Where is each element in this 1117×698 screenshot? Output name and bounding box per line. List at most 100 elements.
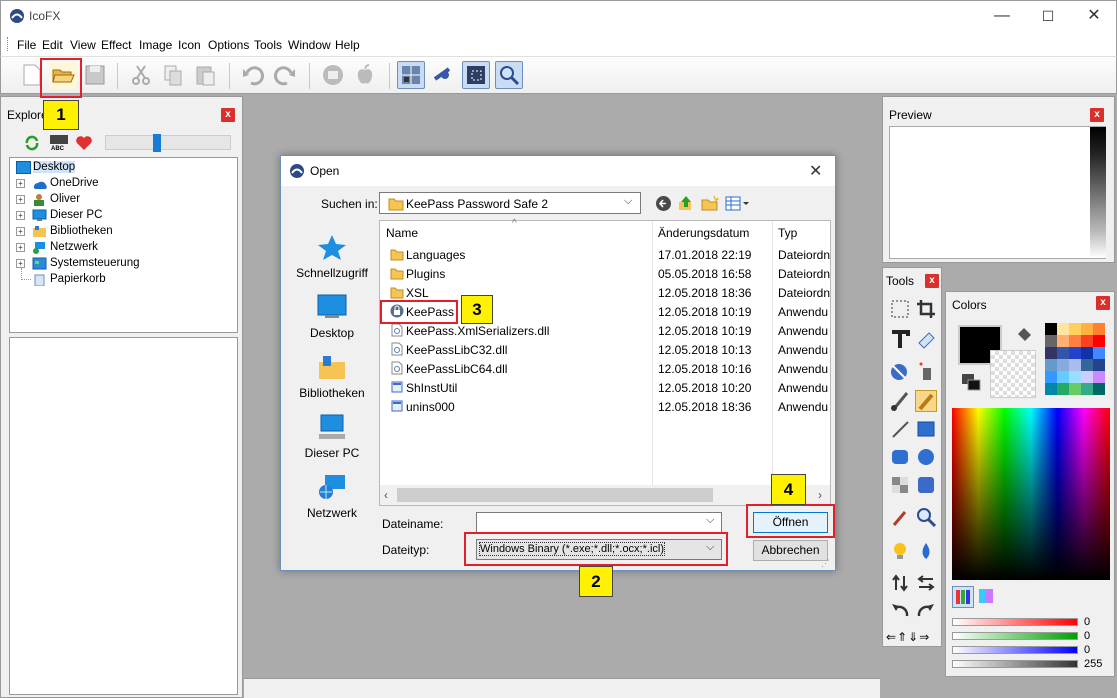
paste-button[interactable] bbox=[191, 61, 219, 89]
arrow-left-icon[interactable]: ⇐ bbox=[886, 630, 897, 644]
palette-swatch[interactable] bbox=[1093, 335, 1105, 347]
palette-swatch[interactable] bbox=[1045, 347, 1057, 359]
color-spectrum[interactable] bbox=[952, 408, 1110, 580]
menu-icon[interactable]: Icon bbox=[178, 38, 201, 52]
scroll-left-icon[interactable]: ‹ bbox=[384, 488, 388, 502]
column-name[interactable]: Name bbox=[386, 226, 418, 240]
lightbulb-tool-icon[interactable] bbox=[889, 540, 911, 562]
ellipse-tool-icon[interactable] bbox=[915, 446, 937, 468]
palette-swatch[interactable] bbox=[1081, 359, 1093, 371]
palette-swatch[interactable] bbox=[1045, 323, 1057, 335]
green-slider[interactable] bbox=[952, 632, 1078, 640]
preview-close-button[interactable]: x bbox=[1090, 108, 1104, 122]
rectangle-tool-icon[interactable] bbox=[915, 418, 937, 440]
palette-swatch[interactable] bbox=[1093, 371, 1105, 383]
palette-swatch[interactable] bbox=[1069, 371, 1081, 383]
thumbnail-size-slider[interactable] bbox=[105, 134, 231, 152]
file-row[interactable]: Languages 17.01.2018 22:19 Dateiordn bbox=[386, 245, 830, 264]
palette-swatch[interactable] bbox=[1093, 383, 1105, 395]
menu-image[interactable]: Image bbox=[139, 38, 172, 52]
minimize-button[interactable]: — bbox=[979, 1, 1025, 31]
water-drop-tool-icon[interactable] bbox=[915, 540, 937, 562]
palette-swatch[interactable] bbox=[1081, 371, 1093, 383]
file-row[interactable]: KeePassLibC64.dll 12.05.2018 10:16 Anwendu bbox=[386, 359, 830, 378]
cut-button[interactable] bbox=[127, 61, 155, 89]
spectrum-mode-hue-button[interactable] bbox=[976, 586, 998, 608]
tree-item-this-pc[interactable]: + Dieser PC bbox=[10, 208, 237, 224]
file-row[interactable]: KeePassLibC32.dll 12.05.2018 10:13 Anwendu bbox=[386, 340, 830, 359]
text-tool-icon[interactable] bbox=[889, 328, 911, 350]
menu-window[interactable]: Window bbox=[288, 38, 331, 52]
explorer-close-button[interactable]: x bbox=[221, 108, 235, 122]
pencil-tool-icon[interactable] bbox=[915, 390, 937, 412]
scroll-right-icon[interactable]: › bbox=[818, 488, 822, 502]
menu-tools[interactable]: Tools bbox=[254, 38, 282, 52]
line-tool-icon[interactable] bbox=[889, 418, 911, 440]
palette-swatch[interactable] bbox=[1093, 359, 1105, 371]
dropper-tool-icon[interactable] bbox=[889, 506, 911, 528]
palette-swatch[interactable] bbox=[1057, 323, 1069, 335]
pattern-tool-icon[interactable] bbox=[889, 474, 911, 496]
redo-button[interactable] bbox=[271, 61, 299, 89]
crop-tool-icon[interactable] bbox=[915, 298, 937, 320]
palette-swatch[interactable] bbox=[1069, 359, 1081, 371]
palette-swatch[interactable] bbox=[1069, 383, 1081, 395]
palette-swatch[interactable] bbox=[1081, 347, 1093, 359]
brush-tool-icon[interactable] bbox=[889, 390, 911, 412]
tools-close-button[interactable]: x bbox=[925, 274, 939, 288]
palette-swatch[interactable] bbox=[1045, 383, 1057, 395]
nav-network[interactable]: Netzwerk bbox=[289, 474, 375, 520]
flip-vertical-icon[interactable] bbox=[889, 572, 911, 594]
expand-toggle[interactable]: + bbox=[16, 179, 25, 188]
undo-button[interactable] bbox=[239, 61, 267, 89]
palette-swatch[interactable] bbox=[1069, 323, 1081, 335]
rotate-right-icon[interactable] bbox=[915, 600, 937, 622]
refresh-button[interactable] bbox=[23, 134, 41, 152]
windows-icon-button[interactable] bbox=[319, 61, 347, 89]
palette-swatch[interactable] bbox=[1057, 359, 1069, 371]
file-row[interactable]: unins000 12.05.2018 18:36 Anwendu bbox=[386, 397, 830, 416]
menu-edit[interactable]: Edit bbox=[42, 38, 63, 52]
grid-toggle-button[interactable] bbox=[397, 61, 425, 89]
back-icon[interactable] bbox=[655, 195, 672, 212]
shape-tool-icon[interactable] bbox=[915, 474, 937, 496]
up-folder-icon[interactable] bbox=[677, 194, 695, 212]
palette-swatch[interactable] bbox=[1045, 335, 1057, 347]
lookin-dropdown[interactable]: KeePass Password Safe 2 ⌵ bbox=[379, 192, 641, 214]
fill-tool-icon[interactable] bbox=[889, 360, 911, 382]
slider-thumb[interactable] bbox=[153, 134, 161, 152]
palette-swatch[interactable] bbox=[1057, 347, 1069, 359]
tree-item-desktop[interactable]: Desktop bbox=[10, 160, 237, 176]
column-date[interactable]: Änderungsdatum bbox=[658, 226, 749, 240]
view-mode-button[interactable]: ABC bbox=[49, 134, 69, 152]
palette-swatch[interactable] bbox=[1057, 383, 1069, 395]
select-button[interactable] bbox=[462, 61, 490, 89]
save-button[interactable] bbox=[81, 61, 109, 89]
paint-bucket-icon[interactable] bbox=[1014, 326, 1034, 344]
palette-swatch[interactable] bbox=[1069, 347, 1081, 359]
favorites-button[interactable] bbox=[75, 134, 93, 152]
palette-swatch[interactable] bbox=[1093, 347, 1105, 359]
tree-item-recycle-bin[interactable]: Papierkorb bbox=[10, 268, 237, 288]
swap-colors-icon[interactable] bbox=[960, 372, 984, 392]
filename-combobox[interactable]: ⌵ bbox=[476, 512, 722, 533]
tree-item-user[interactable]: + Oliver bbox=[10, 192, 237, 208]
tree-item-libraries[interactable]: + Bibliotheken bbox=[10, 224, 237, 240]
arrow-up-icon[interactable]: ⇑ bbox=[897, 630, 908, 644]
menu-view[interactable]: View bbox=[70, 38, 96, 52]
rotate-left-icon[interactable] bbox=[889, 600, 911, 622]
colors-close-button[interactable]: x bbox=[1096, 296, 1110, 310]
expand-toggle[interactable]: + bbox=[16, 243, 25, 252]
nav-libraries[interactable]: Bibliotheken bbox=[289, 354, 375, 400]
nav-quick-access[interactable]: Schnellzugriff bbox=[289, 234, 375, 280]
scrollbar-thumb[interactable] bbox=[397, 488, 713, 502]
palette-swatch[interactable] bbox=[1081, 383, 1093, 395]
palette-swatch[interactable] bbox=[1093, 323, 1105, 335]
flip-horizontal-icon[interactable] bbox=[915, 572, 937, 594]
column-type[interactable]: Typ bbox=[778, 226, 797, 240]
expand-toggle[interactable]: + bbox=[16, 211, 25, 220]
arrow-right-icon[interactable]: ⇒ bbox=[919, 630, 930, 644]
alpha-slider[interactable] bbox=[952, 660, 1078, 668]
palette-swatch[interactable] bbox=[1045, 371, 1057, 383]
effects-button[interactable] bbox=[429, 61, 457, 89]
